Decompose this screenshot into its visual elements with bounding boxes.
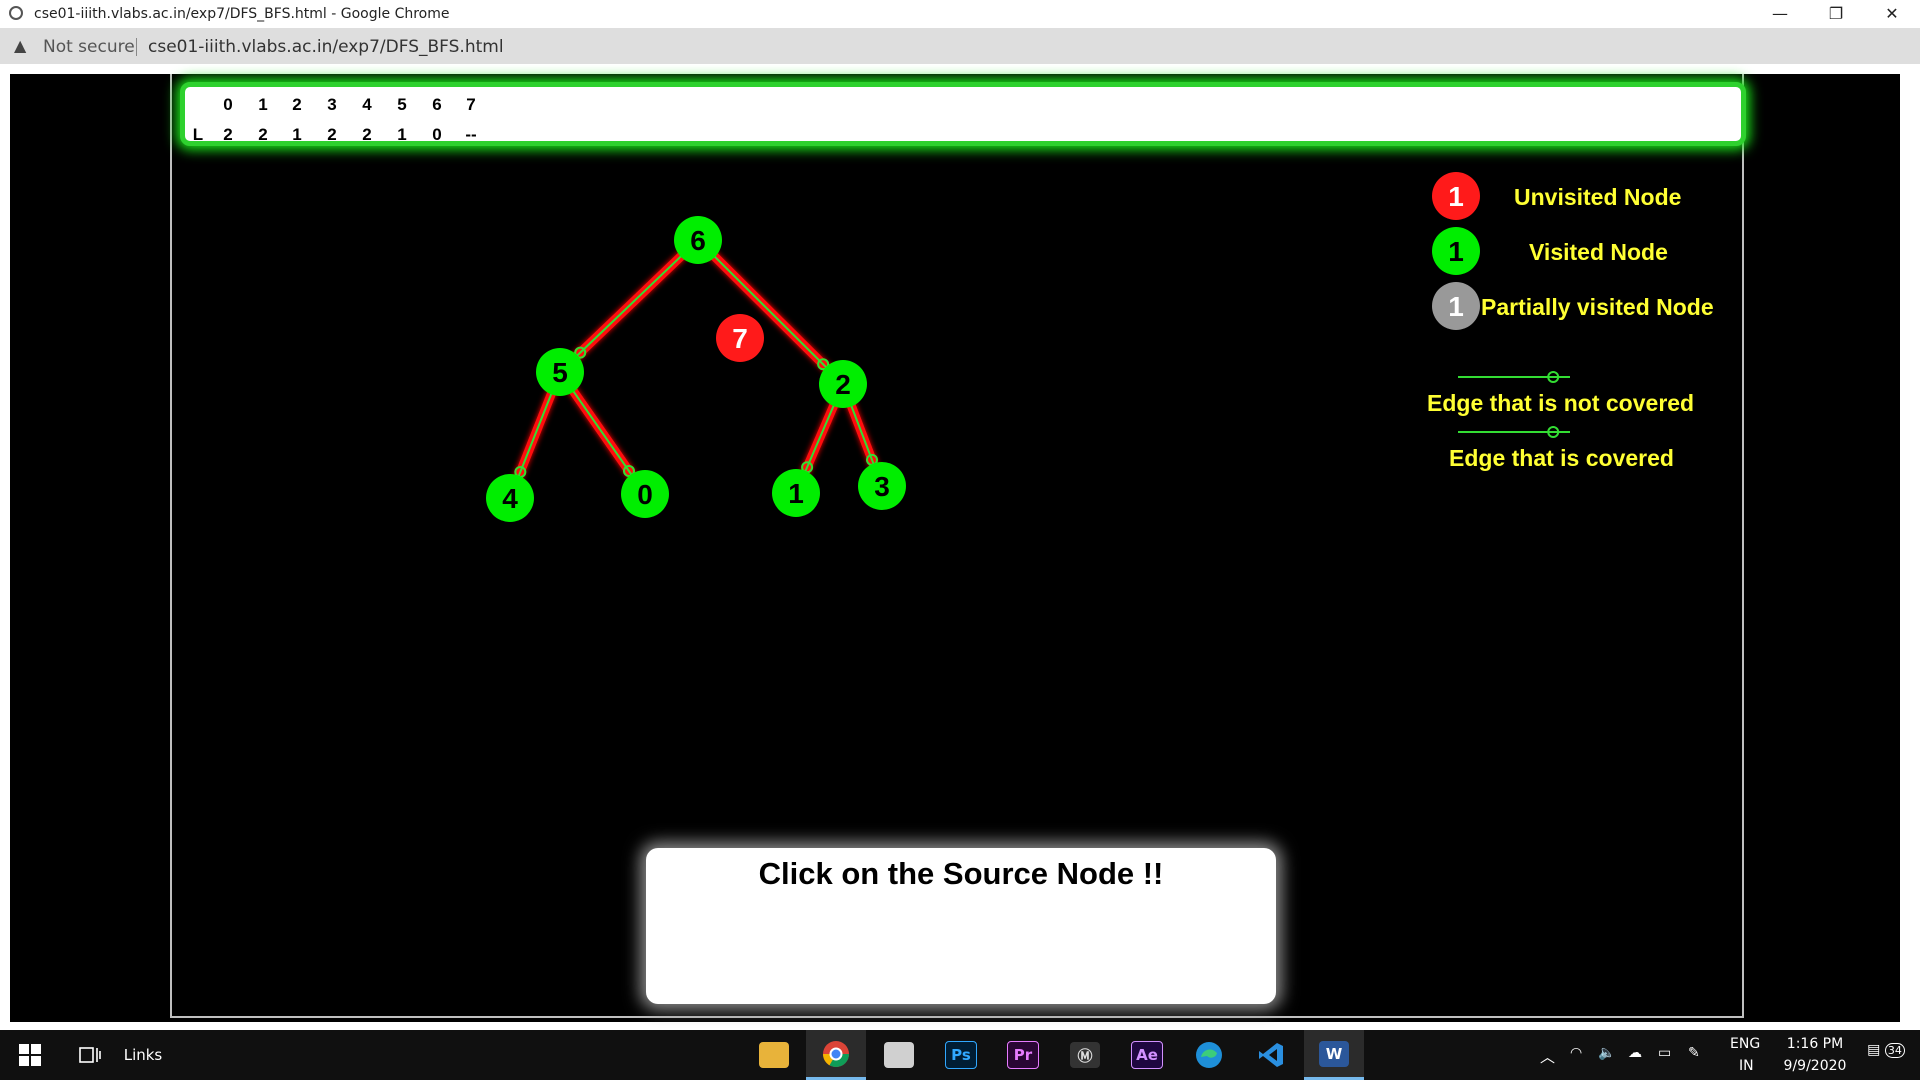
photoshop-icon: Ps [945,1041,977,1069]
vscode-taskbar-button[interactable] [1242,1030,1300,1080]
file-explorer-icon [759,1042,789,1068]
graph-edge [693,235,848,389]
legend-partial-label: Partially visited Node [1481,294,1714,320]
graph-edge [555,235,703,377]
after-effects-icon: Ae [1131,1041,1163,1069]
edge-taskbar-button[interactable] [1180,1030,1238,1080]
word-taskbar-button[interactable]: W [1304,1030,1364,1080]
dark-app-taskbar-button[interactable]: Ⓜ [1056,1030,1114,1080]
vscode-icon [1259,1043,1283,1067]
graph-node[interactable]: 5 [536,348,584,396]
window-titlebar: cse01-iiith.vlabs.ac.in/exp7/DFS_BFS.htm… [0,0,1920,28]
notification-icon: ▤ [1867,1042,1881,1058]
security-label[interactable]: Not secure [43,37,135,57]
node-label: 6 [690,225,706,256]
url-text[interactable]: cse01-iiith.vlabs.ac.in/exp7/DFS_BFS.htm… [148,37,504,57]
address-bar[interactable]: ▲ Not secure cse01-iiith.vlabs.ac.in/exp… [0,28,1920,64]
legend-edge-covered-icon [1453,426,1575,438]
premiere-icon: Pr [1007,1041,1039,1069]
volume-icon[interactable]: 🔈 [1598,1045,1615,1061]
windows-logo-icon [19,1044,41,1066]
warning-icon[interactable]: ▲ [14,36,26,55]
legend-visited-node-icon: 1 [1432,227,1480,275]
message-panel: Click on the Source Node !! [646,848,1276,1004]
nodes-layer: 6 5 2 7 4 0 1 3 [486,216,906,522]
graph-node[interactable]: 6 [674,216,722,264]
legend-visited-label: Visited Node [1529,239,1668,265]
graph-node[interactable]: 0 [621,470,669,518]
legend-edge-not-covered-icon [1458,371,1570,383]
legend-edge-not-covered-label: Edge that is not covered [1427,390,1695,416]
address-separator [136,38,137,56]
pen-icon[interactable]: ✎ [1688,1045,1700,1061]
word-icon: W [1319,1040,1349,1067]
photoshop-taskbar-button[interactable]: Ps [932,1030,990,1080]
battery-icon[interactable]: ▭ [1658,1045,1671,1061]
legend-unvisited-node-icon: 1 [1432,172,1480,220]
node-label: 5 [552,357,568,388]
graph-node[interactable]: 4 [486,474,534,522]
file-explorer-taskbar-button[interactable] [745,1030,803,1080]
windows-taskbar: Links Ps Pr Ⓜ Ae W ︿ ◠ 🔈 ☁ ▭ ✎ ENG IN 1:… [0,1030,1920,1080]
language-bottom[interactable]: IN [1739,1058,1754,1074]
windows-start-button[interactable] [0,1030,60,1080]
notification-count: 34 [1884,1043,1905,1058]
minimize-button[interactable]: — [1752,0,1808,28]
printer-app-icon [884,1042,914,1068]
restore-button[interactable]: ❐ [1808,0,1864,28]
chrome-icon [822,1040,850,1067]
legend-edge-covered-label: Edge that is covered [1449,445,1674,471]
notification-center-button[interactable]: ▤ 34 [1866,1042,1906,1058]
links-toolbar[interactable]: Links [118,1030,168,1080]
task-view-button[interactable] [70,1030,110,1080]
legend-unvisited-label: Unvisited Node [1514,184,1682,210]
node-label: 2 [835,369,851,400]
close-button[interactable]: ✕ [1864,0,1920,28]
vertical-scrollbar[interactable] [1900,74,1910,1022]
show-hidden-icons-button[interactable]: ︿ [1540,1046,1555,1067]
chrome-taskbar-button[interactable] [806,1030,866,1080]
node-label: 0 [637,479,653,510]
window-title: cse01-iiith.vlabs.ac.in/exp7/DFS_BFS.htm… [34,6,450,22]
node-label: 4 [502,483,518,514]
graph-node[interactable]: 1 [772,469,820,517]
page-viewport: 0 1 2 3 4 5 6 7 L 2 2 1 2 2 1 0 -- 6 5 2… [10,74,1910,1022]
edge-icon [1196,1042,1222,1068]
language-top[interactable]: ENG [1730,1036,1760,1052]
legend-partial-node-icon: 1 [1432,282,1480,330]
globe-icon [9,6,23,20]
printer-app-taskbar-button[interactable] [870,1030,928,1080]
node-label: 1 [1448,236,1464,267]
dark-app-icon: Ⓜ [1070,1042,1100,1068]
node-label: 7 [732,323,748,354]
network-icon[interactable]: ◠ [1570,1045,1582,1061]
node-label: 1 [788,478,804,509]
clock-date[interactable]: 9/9/2020 [1780,1058,1850,1074]
onedrive-icon[interactable]: ☁ [1628,1045,1642,1061]
page-top-margin [0,64,1920,74]
premiere-taskbar-button[interactable]: Pr [994,1030,1052,1080]
after-effects-taskbar-button[interactable]: Ae [1118,1030,1176,1080]
node-label: 3 [874,471,890,502]
instruction-text: Click on the Source Node !! [758,856,1164,891]
graph-node[interactable]: 3 [858,462,906,510]
graph-node[interactable]: 7 [716,314,764,362]
clock-time[interactable]: 1:16 PM [1785,1036,1845,1052]
task-view-icon [79,1047,101,1063]
node-label: 1 [1448,291,1464,322]
graph-node[interactable]: 2 [819,360,867,408]
node-label: 1 [1448,181,1464,212]
